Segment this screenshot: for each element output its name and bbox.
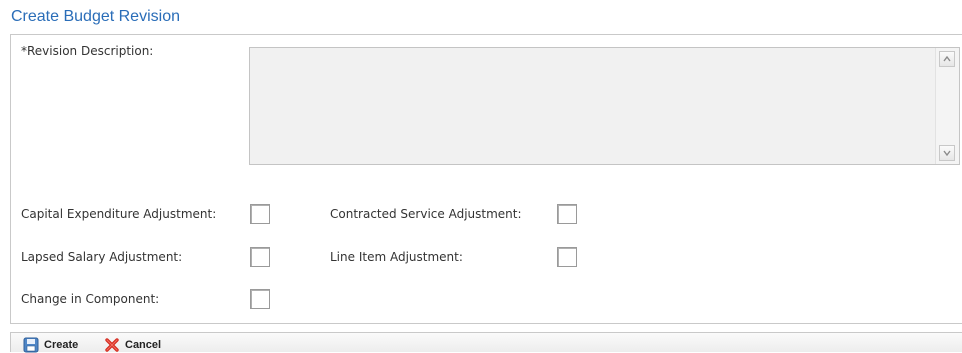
revision-description-textarea[interactable] (249, 47, 960, 165)
save-disk-icon (23, 337, 39, 353)
red-x-icon (105, 338, 119, 352)
scroll-up-button[interactable] (939, 51, 955, 67)
line-item-label: Line Item Adjustment: (330, 250, 463, 264)
line-item-checkbox[interactable] (557, 247, 577, 267)
capital-expenditure-label: Capital Expenditure Adjustment: (21, 207, 217, 221)
revision-description-label: *Revision Description: (21, 44, 154, 58)
contracted-service-label: Contracted Service Adjustment: (330, 207, 522, 221)
lapsed-salary-checkbox[interactable] (250, 247, 270, 267)
lapsed-salary-label: Lapsed Salary Adjustment: (21, 250, 183, 264)
cancel-button-label: Cancel (125, 339, 162, 351)
change-in-component-checkbox[interactable] (250, 289, 270, 309)
action-toolbar: Create Cancel (10, 332, 962, 353)
cancel-button[interactable]: Cancel (104, 337, 161, 353)
scroll-down-button[interactable] (939, 145, 955, 161)
change-in-component-label: Change in Component: (21, 292, 160, 306)
create-button[interactable]: Create (23, 337, 78, 353)
chevron-down-icon (943, 150, 951, 156)
chevron-up-icon (943, 56, 951, 62)
capital-expenditure-checkbox[interactable] (250, 204, 270, 224)
vertical-scrollbar[interactable] (935, 48, 959, 164)
page-title: Create Budget Revision (11, 8, 180, 25)
create-button-label: Create (44, 339, 79, 351)
contracted-service-checkbox[interactable] (557, 204, 577, 224)
